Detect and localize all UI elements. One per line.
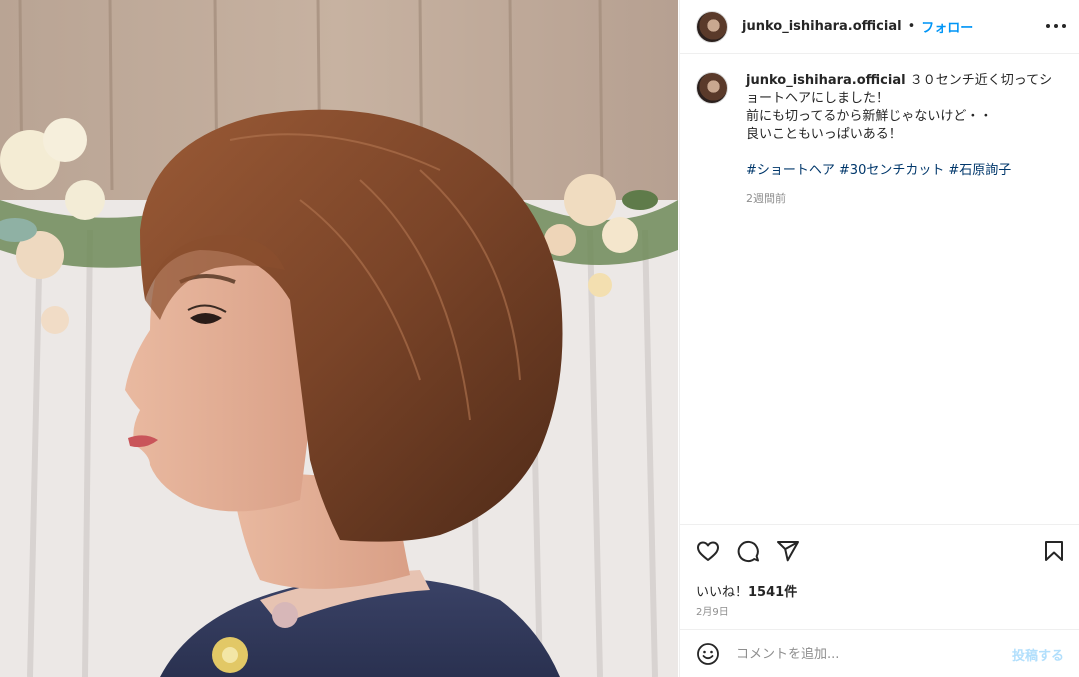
avatar[interactable] [696, 10, 728, 43]
caption-avatar[interactable] [696, 72, 728, 104]
hashtag-link[interactable]: #石原詢子 [948, 163, 1011, 178]
caption-text-line: 前にも切ってるから新鮮じゃないけど・・ [746, 109, 993, 124]
post-comment-button[interactable]: 投稿する [1012, 645, 1064, 664]
caption-first-line: junko_ishihara.official ３０センチ近く切ってシ [746, 72, 1052, 90]
emoji-icon[interactable] [696, 642, 720, 666]
likes-prefix: いいね！ [696, 585, 749, 600]
likes-number: 1541件 [748, 585, 798, 600]
post-actions: いいね！1541件 2月9日 投稿する [680, 524, 1079, 677]
caption-text-line: 良いこともいっぱいある！ [746, 127, 902, 142]
caption-timestamp[interactable]: 2週間前 [746, 190, 1052, 208]
header-separator: • [907, 19, 916, 34]
caption-username[interactable]: junko_ishihara.official [746, 73, 906, 88]
post-side-panel: junko_ishihara.official • フォロー junko_ish… [679, 0, 1079, 677]
share-icon[interactable] [776, 539, 800, 563]
more-icon[interactable] [1046, 18, 1066, 34]
heart-icon[interactable] [696, 539, 720, 563]
hashtag-link[interactable]: #30センチカット [839, 163, 944, 178]
bookmark-icon[interactable] [1042, 539, 1066, 563]
caption-text-line: ３０センチ近く切ってシ [909, 73, 1053, 88]
header-username[interactable]: junko_ishihara.official [742, 19, 902, 34]
post-caption: junko_ishihara.official ３０センチ近く切ってシ ョートヘ… [696, 72, 1066, 208]
caption-body: junko_ishihara.official ３０センチ近く切ってシ ョートヘ… [746, 72, 1052, 208]
more-dot [1046, 24, 1050, 28]
action-icons [696, 539, 800, 563]
more-dot [1054, 24, 1058, 28]
comment-icon[interactable] [736, 539, 760, 563]
post-header: junko_ishihara.official • フォロー [680, 0, 1079, 54]
more-dot [1062, 24, 1066, 28]
hashtag-link[interactable]: #ショートヘア [746, 163, 835, 178]
comment-bar: 投稿する [680, 629, 1079, 677]
post-image [0, 0, 678, 677]
post-date[interactable]: 2月9日 [696, 603, 729, 618]
follow-button[interactable]: フォロー [921, 17, 973, 36]
comment-input[interactable] [736, 646, 1004, 662]
post-photo[interactable] [0, 0, 678, 677]
caption-text-line: ョートヘアにしました！ [746, 91, 890, 106]
like-count[interactable]: いいね！1541件 [696, 581, 797, 600]
hashtag-list: #ショートヘア #30センチカット #石原詢子 [746, 162, 1052, 180]
